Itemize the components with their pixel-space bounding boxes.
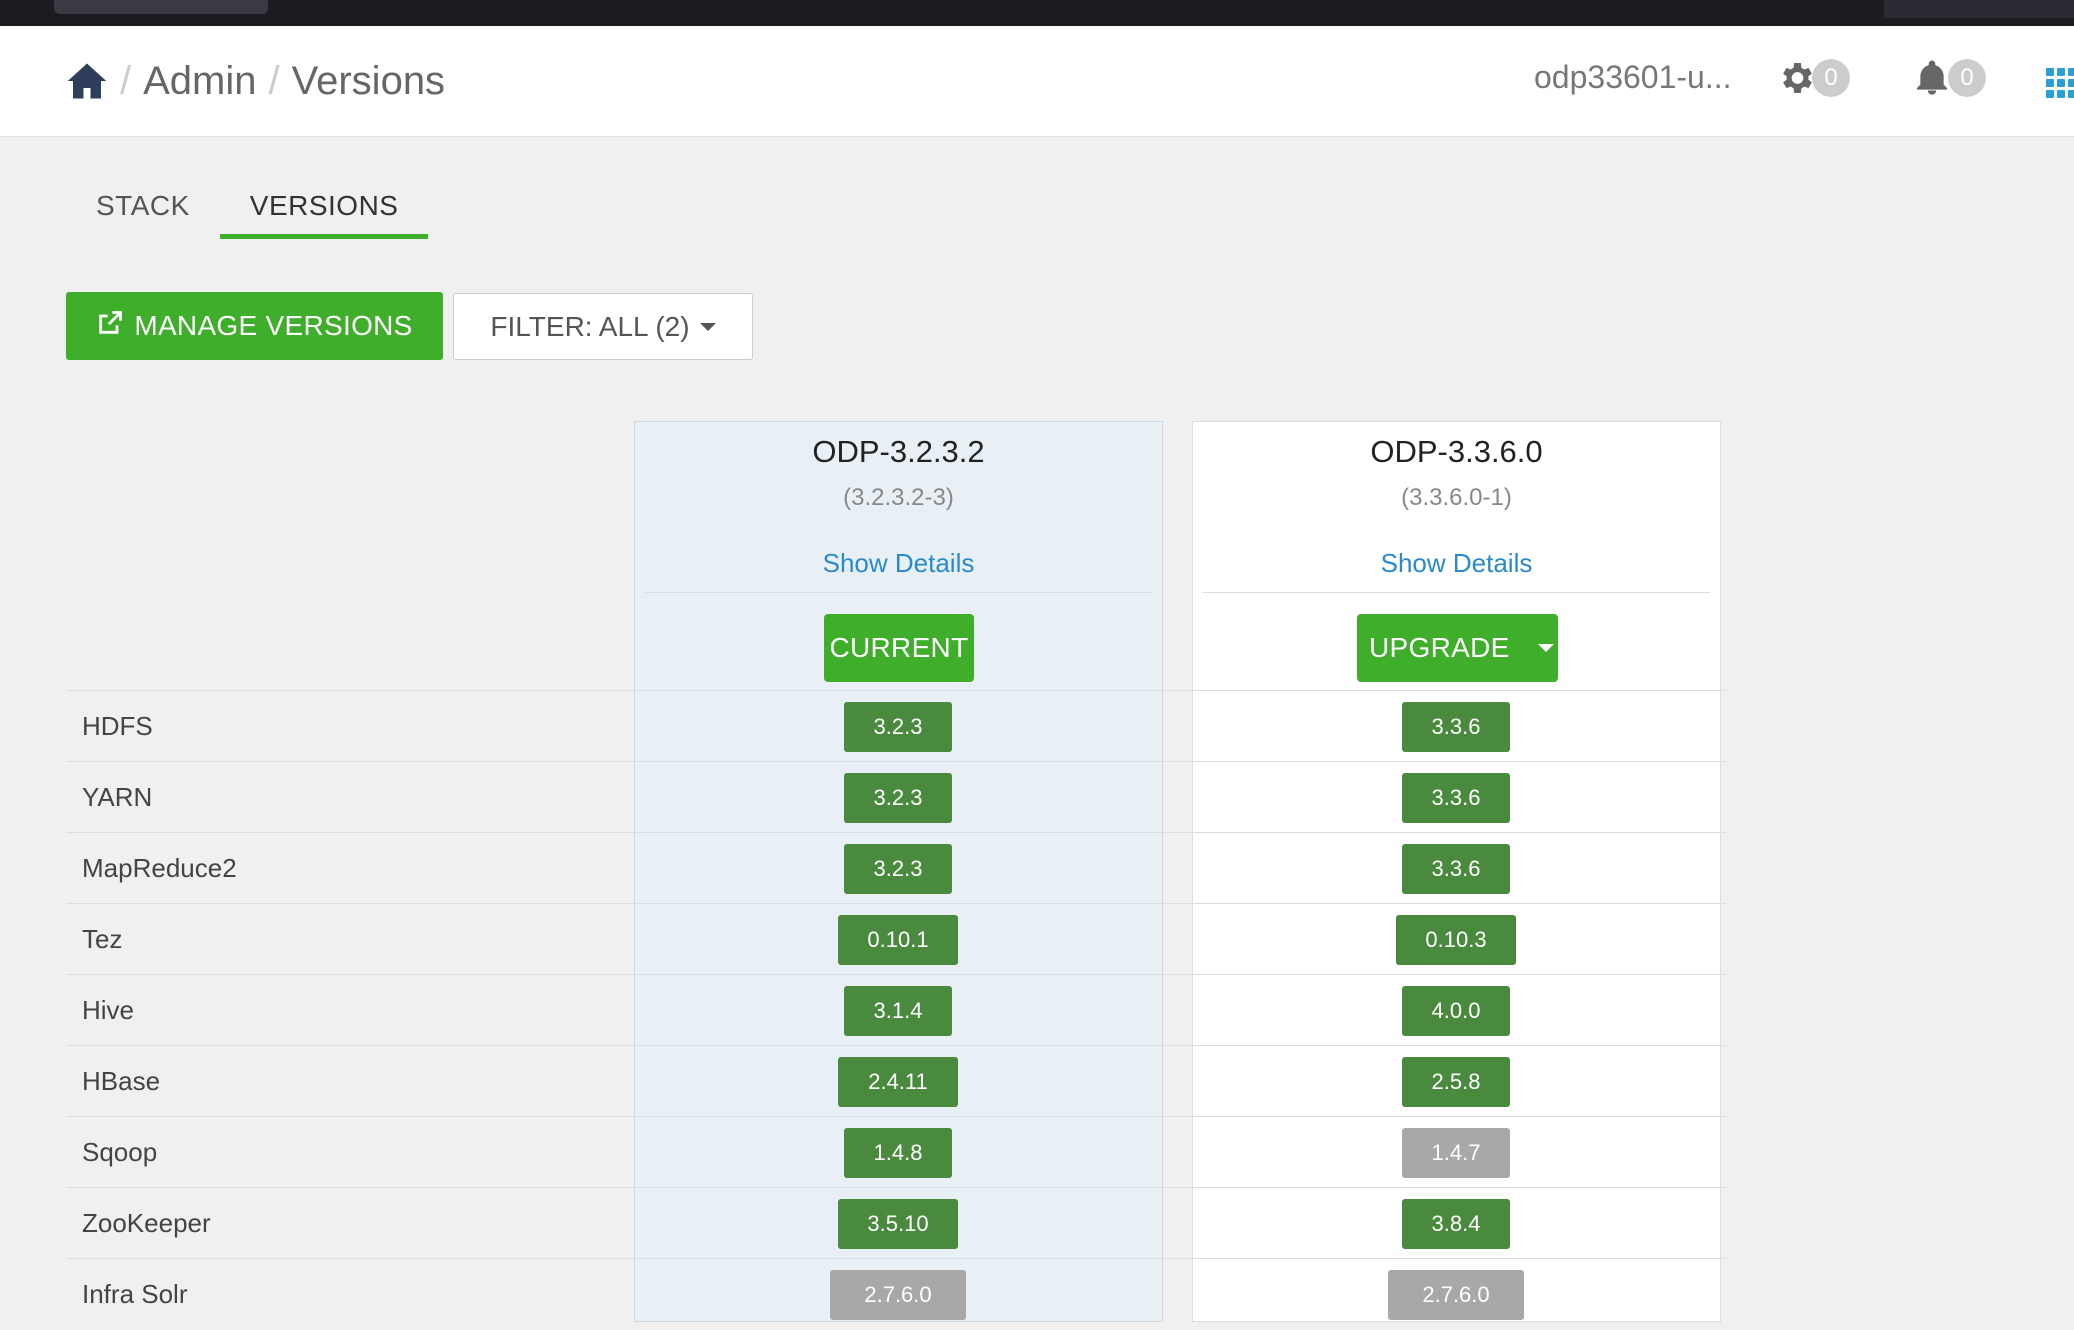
service-version-badge: 1.4.8 — [844, 1128, 952, 1178]
service-name: HBase — [82, 1066, 161, 1096]
service-name: MapReduce2 — [82, 853, 237, 883]
home-icon[interactable] — [66, 60, 108, 102]
breadcrumb-separator: / — [268, 58, 280, 103]
service-row: Hive 3.1.4 4.0.0 — [66, 974, 1726, 1046]
background-ops-button[interactable]: 0 — [1776, 58, 1850, 98]
service-version-badge: 2.5.8 — [1402, 1057, 1510, 1107]
caret-down-icon — [699, 322, 716, 331]
service-version-badge: 4.0.0 — [1402, 986, 1510, 1036]
current-button[interactable]: CURRENT — [824, 614, 974, 682]
show-details-link[interactable]: Show Details — [1193, 548, 1720, 579]
external-link-icon — [96, 309, 134, 344]
service-version-badge: 0.10.3 — [1396, 915, 1516, 965]
service-version-badge: 3.3.6 — [1402, 702, 1510, 752]
manage-versions-label: MANAGE VERSIONS — [134, 310, 413, 341]
cluster-name[interactable]: odp33601-u... — [1534, 59, 1732, 96]
browser-tab[interactable] — [54, 0, 268, 14]
tab-stack[interactable]: STACK — [66, 190, 220, 239]
top-header: / Admin / Versions odp33601-u... 0 0 — [0, 26, 2074, 137]
breadcrumb-separator: / — [120, 58, 132, 103]
service-row: ZooKeeper 3.5.10 3.8.4 — [66, 1187, 1726, 1259]
alerts-count-badge: 0 — [1948, 59, 1986, 97]
service-name: Sqoop — [82, 1137, 158, 1167]
service-version-badge: 3.5.10 — [838, 1199, 958, 1249]
divider — [1203, 592, 1710, 593]
service-version-badge: 1.4.7 — [1402, 1128, 1510, 1178]
service-row: Infra Solr 2.7.6.0 2.7.6.0 — [66, 1258, 1726, 1330]
current-label: CURRENT — [829, 632, 969, 663]
service-name: HDFS — [82, 711, 153, 741]
alerts-button[interactable]: 0 — [1912, 58, 1986, 98]
browser-chrome-bar — [0, 0, 2074, 26]
service-version-badge: 3.8.4 — [1402, 1199, 1510, 1249]
service-row: MapReduce2 3.2.3 3.3.6 — [66, 832, 1726, 904]
service-name: ZooKeeper — [82, 1208, 211, 1238]
service-version-badge: 3.3.6 — [1402, 844, 1510, 894]
service-name: Tez — [82, 924, 123, 954]
breadcrumb-admin[interactable]: Admin — [143, 59, 256, 104]
service-version-badge: 0.10.1 — [838, 915, 958, 965]
service-version-badge: 3.2.3 — [844, 773, 952, 823]
version-name: ODP-3.2.3.2 — [812, 434, 985, 469]
service-row: Sqoop 1.4.8 1.4.7 — [66, 1116, 1726, 1188]
filter-dropdown[interactable]: FILTER: ALL (2) — [453, 293, 753, 360]
service-version-badge: 2.7.6.0 — [1388, 1270, 1524, 1320]
browser-toolbar-area — [1884, 0, 2074, 18]
service-version-badge: 2.4.11 — [838, 1057, 958, 1107]
service-row: HDFS 3.2.3 3.3.6 — [66, 690, 1726, 762]
tab-versions[interactable]: VERSIONS — [219, 190, 429, 239]
version-name: ODP-3.3.6.0 — [1370, 434, 1543, 469]
service-name: YARN — [82, 782, 153, 812]
show-details-link[interactable]: Show Details — [635, 548, 1162, 579]
service-name: Hive — [82, 995, 135, 1025]
divider — [645, 592, 1152, 593]
service-version-badge: 3.2.3 — [844, 844, 952, 894]
bell-icon — [1912, 58, 1952, 98]
service-version-badge: 3.2.3 — [844, 702, 952, 752]
ops-count-badge: 0 — [1812, 59, 1850, 97]
version-build: (3.2.3.2-3) — [843, 484, 954, 511]
admin-tabs: STACK VERSIONS — [66, 190, 429, 239]
service-version-badge: 3.3.6 — [1402, 773, 1510, 823]
upgrade-button[interactable]: UPGRADE — [1357, 614, 1558, 682]
version-build: (3.3.6.0-1) — [1401, 484, 1512, 511]
service-version-badge: 2.7.6.0 — [830, 1270, 966, 1320]
caret-down-icon[interactable] — [1537, 644, 1554, 652]
filter-label: FILTER: ALL (2) — [490, 310, 690, 342]
breadcrumb: / Admin / Versions — [66, 56, 445, 106]
apps-grid-icon[interactable] — [2046, 68, 2074, 98]
upgrade-label: UPGRADE — [1369, 632, 1510, 663]
service-version-badge: 3.1.4 — [844, 986, 952, 1036]
manage-versions-button[interactable]: MANAGE VERSIONS — [66, 292, 443, 360]
service-row: HBase 2.4.11 2.5.8 — [66, 1045, 1726, 1117]
breadcrumb-versions: Versions — [291, 58, 446, 103]
service-name: Infra Solr — [82, 1279, 188, 1309]
gear-icon — [1776, 58, 1816, 98]
service-row: Tez 0.10.1 0.10.3 — [66, 903, 1726, 975]
service-row: YARN 3.2.3 3.3.6 — [66, 761, 1726, 833]
